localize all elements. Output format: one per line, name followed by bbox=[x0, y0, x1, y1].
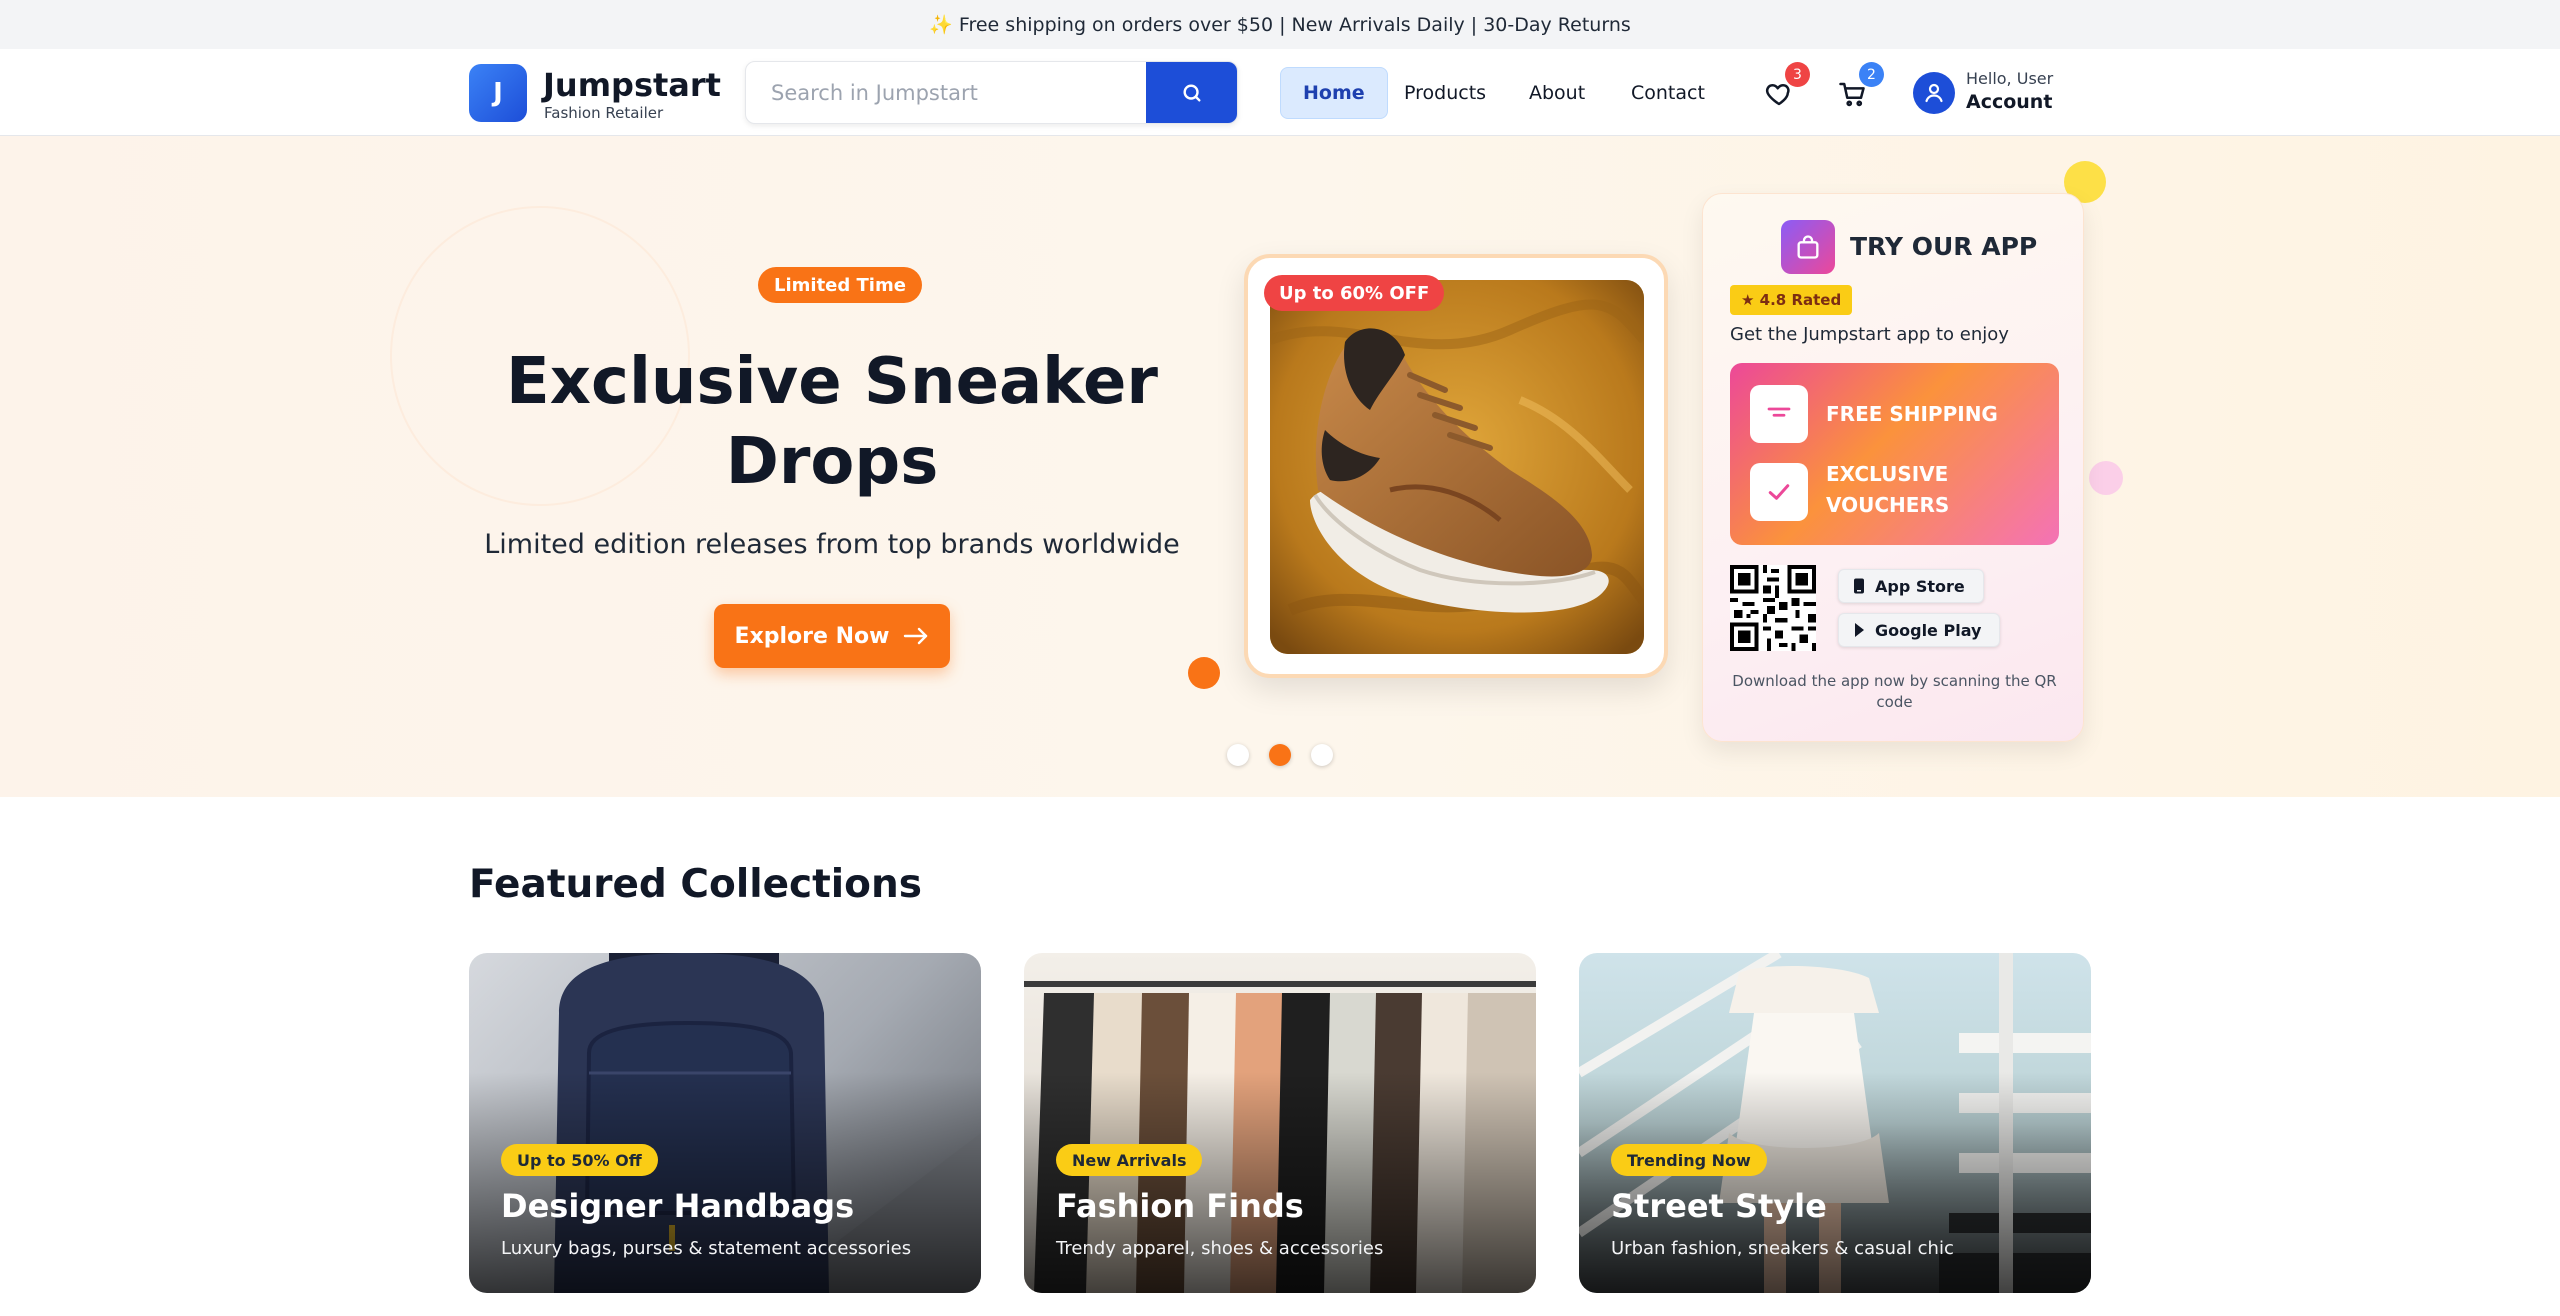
perk-exclusive-vouchers: EXCLUSIVE VOUCHERS bbox=[1826, 462, 1950, 517]
hero-banner: Limited Time Exclusive Sneaker Drops Lim… bbox=[0, 136, 2560, 797]
app-promo-description: Get the Jumpstart app to enjoy bbox=[1730, 324, 2009, 345]
hero-decor-dot-pink bbox=[2089, 461, 2123, 495]
collection-description: Urban fashion, sneakers & casual chic bbox=[1611, 1238, 1954, 1259]
featured-collections-title: Featured Collections bbox=[469, 862, 922, 907]
collection-badge: Trending Now bbox=[1611, 1144, 1767, 1176]
app-perks-panel: FREE SHIPPING EXCLUSIVE VOUCHERS bbox=[1730, 363, 2059, 545]
perk-free-shipping: FREE SHIPPING bbox=[1826, 402, 1998, 426]
app-qr-code bbox=[1730, 565, 1816, 651]
account-avatar[interactable] bbox=[1913, 72, 1955, 114]
collection-description: Luxury bags, purses & statement accessor… bbox=[501, 1238, 912, 1259]
arrow-right-icon bbox=[904, 627, 928, 645]
hero-title: Exclusive Sneaker Drops bbox=[506, 345, 1158, 499]
collection-name: Fashion Finds bbox=[1056, 1187, 1304, 1225]
collection-card-handbags[interactable]: Up to 50% Off Designer Handbags Luxury b… bbox=[469, 953, 981, 1293]
logo-initial: J bbox=[493, 78, 503, 108]
nav-products[interactable]: Products bbox=[1382, 67, 1508, 119]
collection-badge: New Arrivals bbox=[1056, 1144, 1203, 1176]
nav-contact[interactable]: Contact bbox=[1609, 67, 1727, 119]
carousel-dot-2[interactable] bbox=[1269, 744, 1291, 766]
sneaker-illustration bbox=[1270, 280, 1644, 654]
limited-time-badge: Limited Time bbox=[758, 267, 922, 303]
app-promo-title: TRY OUR APP bbox=[1850, 232, 2038, 261]
google-play-label: Google Play bbox=[1875, 620, 1982, 640]
app-store-label: App Store bbox=[1875, 576, 1965, 596]
nav-about[interactable]: About bbox=[1507, 67, 1607, 119]
shipping-icon bbox=[1750, 385, 1808, 443]
announcement-bar: ✨ Free shipping on orders over $50 | New… bbox=[0, 0, 2560, 49]
explore-now-label: Explore Now bbox=[734, 623, 890, 649]
app-download-note: Download the app now by scanning the QR … bbox=[1732, 672, 2057, 711]
site-header: J Jumpstart Fashion Retailer Home Produc… bbox=[0, 49, 2560, 136]
collection-name: Designer Handbags bbox=[501, 1187, 855, 1225]
shopping-bag-icon bbox=[1781, 220, 1835, 274]
qr-code-icon bbox=[1730, 565, 1816, 651]
app-rating-badge: ★ 4.8 Rated bbox=[1730, 285, 1853, 315]
play-icon bbox=[1855, 623, 1864, 637]
account-greeting: Hello, User bbox=[1966, 69, 2054, 88]
hero-subtitle: Limited edition releases from top brands… bbox=[484, 529, 1180, 560]
search-icon bbox=[1182, 83, 1201, 102]
collection-card-street-style[interactable]: Trending Now Street Style Urban fashion,… bbox=[1579, 953, 2091, 1293]
wishlist-count-badge: 3 bbox=[1785, 62, 1810, 87]
carousel-dot-1[interactable] bbox=[1227, 744, 1249, 766]
google-play-button[interactable]: Google Play bbox=[1838, 613, 2001, 647]
explore-now-button[interactable]: Explore Now bbox=[714, 604, 950, 668]
brand-name[interactable]: Jumpstart bbox=[543, 66, 721, 104]
brand-tagline: Fashion Retailer bbox=[544, 104, 664, 122]
app-store-button[interactable]: App Store bbox=[1838, 569, 1984, 603]
collection-description: Trendy apparel, shoes & accessories bbox=[1056, 1238, 1384, 1259]
announcement-text: ✨ Free shipping on orders over $50 | New… bbox=[929, 14, 1631, 36]
check-icon bbox=[1750, 463, 1808, 521]
hero-product-card[interactable] bbox=[1244, 254, 1668, 678]
logo[interactable]: J bbox=[469, 64, 527, 122]
collection-card-fashion-finds[interactable]: New Arrivals Fashion Finds Trendy appare… bbox=[1024, 953, 1536, 1293]
collection-badge: Up to 50% Off bbox=[501, 1144, 658, 1176]
phone-icon bbox=[1854, 578, 1864, 594]
sneaker-image[interactable] bbox=[1270, 280, 1644, 654]
search-button[interactable] bbox=[1146, 62, 1237, 123]
carousel-dot-3[interactable] bbox=[1311, 744, 1333, 766]
nav-home[interactable]: Home bbox=[1280, 67, 1388, 119]
app-promo-card: TRY OUR APP ★ 4.8 Rated Get the Jumpstar… bbox=[1702, 193, 2084, 742]
account-link[interactable]: Account bbox=[1966, 91, 2052, 113]
hero-decor-dot-orange bbox=[1188, 657, 1220, 689]
discount-badge: Up to 60% OFF bbox=[1264, 275, 1445, 311]
user-icon bbox=[1925, 83, 1943, 103]
search-bar bbox=[745, 61, 1238, 124]
search-input[interactable] bbox=[746, 62, 1148, 123]
cart-count-badge: 2 bbox=[1859, 62, 1884, 87]
collection-name: Street Style bbox=[1611, 1187, 1827, 1225]
